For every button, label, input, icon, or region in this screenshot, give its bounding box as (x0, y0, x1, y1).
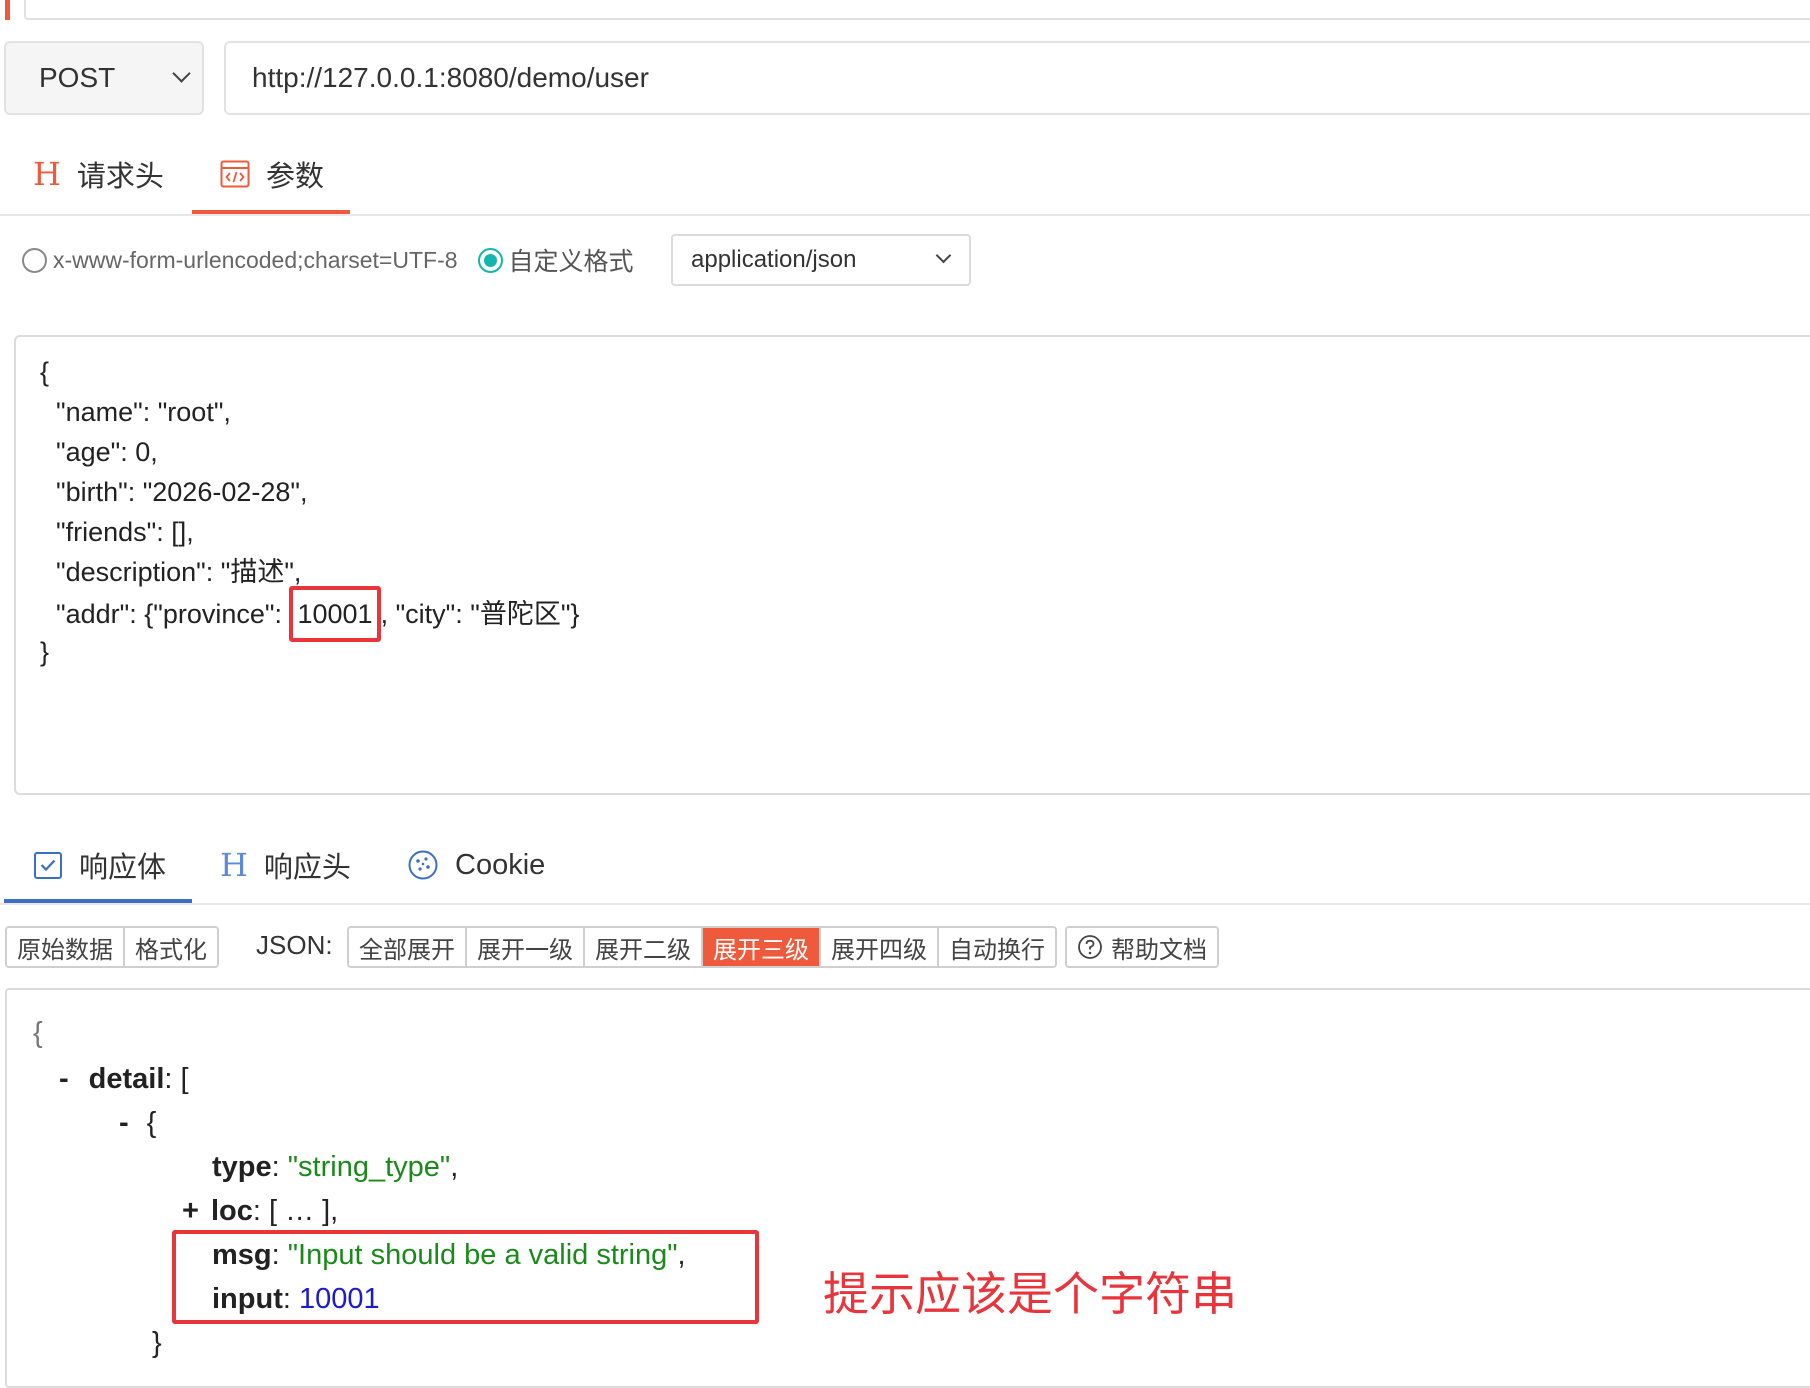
json-collapsed-value: : [ … ], (252, 1195, 339, 1227)
tab-response-headers[interactable]: H 响应头 (220, 835, 351, 895)
url-value: http://127.0.0.1:8080/demo/user (252, 62, 649, 93)
json-open-brace: { (33, 1017, 43, 1049)
json-punct: , (450, 1151, 459, 1183)
tab-label: 响应体 (79, 852, 167, 884)
json-string-value: "string_type" (287, 1151, 451, 1183)
encoding-options: x-www-form-urlencoded;charset=UTF-8 自定义格… (22, 238, 634, 282)
expand-level1-button[interactable]: 展开一级 (467, 928, 585, 966)
header-h-icon: H (33, 155, 61, 193)
header-h-icon: H (220, 846, 248, 884)
expand-level2-button[interactable]: 展开二级 (585, 928, 703, 966)
code-line: "name": "root", (56, 397, 231, 427)
json-close-brace: } (152, 1327, 162, 1359)
json-expand-group: 全部展开 展开一级 展开二级 展开三级 展开四级 自动换行 (347, 926, 1057, 968)
tab-label: 参数 (266, 161, 325, 193)
tab-label: 请求头 (76, 161, 164, 193)
expand-level4-button[interactable]: 展开四级 (821, 928, 939, 966)
code-line-addr: "addr": {"province": 10001, "city": "普陀区… (56, 586, 580, 642)
tab-request-headers[interactable]: H 请求头 (33, 144, 164, 204)
expand-level3-button[interactable]: 展开三级 (703, 928, 821, 966)
code-line: "birth": "2026-02-28", (56, 477, 308, 507)
json-punct: : [ (164, 1063, 189, 1095)
tab-label: 响应头 (263, 852, 351, 884)
auto-wrap-button[interactable]: 自动换行 (939, 928, 1055, 966)
json-label: JSON: (256, 930, 333, 960)
json-punct: : (271, 1151, 288, 1183)
url-input[interactable]: http://127.0.0.1:8080/demo/user (224, 41, 1810, 115)
method-select[interactable]: POST (4, 41, 204, 115)
tabbar-divider (0, 214, 1810, 216)
collapse-toggle[interactable]: - (59, 1063, 69, 1095)
tab-label: Cookie (455, 848, 546, 881)
radio-custom[interactable] (477, 247, 503, 273)
help-circle-icon (1078, 935, 1102, 959)
cookie-icon (407, 849, 439, 881)
chevron-down-icon (935, 247, 952, 264)
json-key: type (212, 1151, 272, 1183)
code-fragment: , "city": "普陀区"} (380, 599, 580, 629)
json-loc-line: + loc: [ … ], (182, 1191, 338, 1231)
format-button[interactable]: 格式化 (125, 928, 217, 966)
view-mode-group: 原始数据 格式化 (5, 926, 219, 968)
tab-cookie[interactable]: Cookie (407, 835, 545, 895)
expand-all-button[interactable]: 全部展开 (349, 928, 467, 966)
code-line: "friends": [], (56, 517, 194, 547)
code-line: } (40, 637, 50, 667)
top-accent-bar (5, 0, 10, 20)
radio-urlencoded-label: x-www-form-urlencoded;charset=UTF-8 (53, 246, 458, 273)
content-type-select[interactable]: application/json (671, 234, 971, 286)
response-body-viewer: { - detail: [ -{ type: "string_type", + lo… (5, 988, 1810, 1388)
top-field[interactable] (24, 0, 1810, 20)
highlight-province-value: 10001 (289, 586, 381, 642)
radio-custom-label: 自定义格式 (508, 248, 634, 276)
method-value: POST (39, 62, 116, 93)
content-type-value: application/json (691, 246, 857, 273)
tabbar-divider (0, 903, 1810, 905)
chevron-down-icon (172, 64, 191, 83)
code-line: "age": 0, (56, 437, 158, 467)
annotation-highlight-box (172, 1230, 759, 1324)
json-detail-line: - detail: [ (59, 1059, 189, 1099)
json-punct: { (146, 1107, 157, 1139)
radio-urlencoded[interactable] (22, 247, 47, 273)
annotation-note: 提示应该是个字符串 (823, 1268, 1237, 1320)
request-body-editor[interactable]: { "name": "root", "age": 0, "birth": "20… (14, 335, 1810, 795)
checkbox-doc-icon (33, 850, 63, 880)
help-group: 帮助文档 (1065, 926, 1219, 968)
help-doc-button[interactable]: 帮助文档 (1067, 928, 1217, 966)
help-doc-label: 帮助文档 (1111, 936, 1207, 964)
tab-response-body[interactable]: 响应体 (33, 835, 166, 895)
code-fragment: "addr": {"province": (56, 599, 290, 629)
json-item-line: -{ (119, 1103, 156, 1143)
tab-params[interactable]: 参数 (220, 144, 324, 204)
json-key: loc (210, 1195, 253, 1227)
json-type-line: type: "string_type", (212, 1147, 458, 1187)
code-line: { (40, 357, 50, 387)
expand-toggle[interactable]: + (182, 1195, 199, 1227)
code-line: "description": "描述", (56, 557, 302, 587)
raw-data-button[interactable]: 原始数据 (7, 928, 125, 966)
json-key: detail (88, 1063, 165, 1095)
collapse-toggle[interactable]: - (119, 1107, 129, 1139)
code-window-icon (220, 160, 250, 188)
